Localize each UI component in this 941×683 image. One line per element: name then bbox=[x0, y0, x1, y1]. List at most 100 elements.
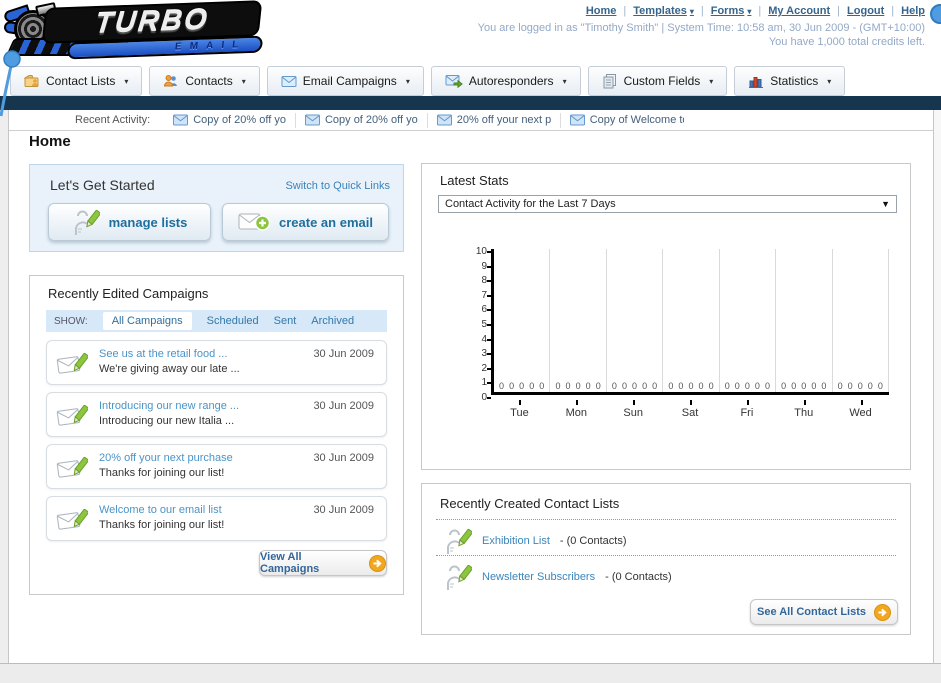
recent-activity-item[interactable]: Copy of 20% off yo bbox=[296, 112, 428, 128]
filter-archived[interactable]: Archived bbox=[311, 315, 354, 327]
bar-value-labels: 00000 bbox=[550, 381, 605, 391]
top-link-home[interactable]: Home bbox=[586, 5, 617, 17]
recent-campaigns-panel: Recently Edited Campaigns SHOW: All Camp… bbox=[29, 275, 404, 595]
chevron-down-icon: ▾ bbox=[405, 76, 410, 86]
tab-email-campaigns[interactable]: Email Campaigns ▾ bbox=[266, 66, 424, 96]
contact-list-row: Exhibition List - (0 Contacts) bbox=[444, 525, 627, 557]
main-navigation: Contact Lists ▾ Contacts ▾ Email Campaigns ▾ A… bbox=[0, 62, 941, 96]
bar-value: 0 bbox=[764, 381, 770, 391]
bar-value: 0 bbox=[555, 381, 561, 391]
campaign-row: 20% off your next purchase Thanks for joi… bbox=[46, 444, 387, 489]
tab-contacts[interactable]: Contacts ▾ bbox=[149, 66, 260, 96]
envelope-icon bbox=[173, 114, 189, 126]
right-margin-strip bbox=[934, 110, 941, 663]
filter-all-campaigns[interactable]: All Campaigns bbox=[102, 312, 192, 330]
bar-value: 0 bbox=[678, 381, 684, 391]
y-tick-mark bbox=[487, 397, 491, 399]
dotted-separator bbox=[436, 519, 896, 520]
campaign-title-link[interactable]: See us at the retail food ... bbox=[99, 348, 227, 360]
chart-plot-area: 00000000000000000000000000000000000 bbox=[491, 249, 889, 395]
help-bubble-icon[interactable] bbox=[930, 4, 941, 24]
x-tick-mark bbox=[576, 400, 579, 405]
top-link-logout[interactable]: Logout bbox=[847, 5, 884, 17]
turbo-email-logo[interactable]: TURBO EMAIL bbox=[2, 0, 272, 60]
footer-strip bbox=[0, 663, 941, 683]
bar-value: 0 bbox=[801, 381, 807, 391]
campaign-date: 30 Jun 2009 bbox=[313, 348, 374, 360]
recent-activity-item[interactable]: Copy of Welcome to bbox=[561, 113, 693, 128]
manage-lists-button[interactable]: manage lists bbox=[48, 203, 211, 241]
top-link-templates[interactable]: Templates ▾ bbox=[633, 5, 694, 17]
chart-day-group: 00000 bbox=[720, 249, 777, 392]
x-tick-mark bbox=[519, 400, 522, 405]
left-margin-strip bbox=[0, 110, 8, 663]
filter-scheduled[interactable]: Scheduled bbox=[207, 315, 259, 327]
contact-list-link[interactable]: Newsletter Subscribers bbox=[482, 571, 595, 583]
logo-text-turbo: TURBO bbox=[93, 3, 211, 40]
bar-value: 0 bbox=[837, 381, 843, 391]
bar-value: 0 bbox=[499, 381, 505, 391]
filter-sent[interactable]: Sent bbox=[274, 315, 297, 327]
tab-autoresponders[interactable]: Autoresponders ▾ bbox=[430, 66, 581, 96]
stats-period-select[interactable]: Contact Activity for the Last 7 Days ▼ bbox=[438, 195, 897, 213]
chevron-down-icon: ▾ bbox=[747, 6, 752, 16]
separator: | bbox=[623, 5, 627, 17]
switch-to-quick-links-link[interactable]: Switch to Quick Links bbox=[285, 180, 390, 192]
envelope-pencil-icon bbox=[56, 401, 88, 431]
page-title: Home bbox=[29, 133, 71, 150]
recent-activity-text: 20% off your next p bbox=[456, 114, 551, 126]
x-tick-label: Mon bbox=[548, 400, 605, 419]
recent-activity-item[interactable]: 20% off your next p bbox=[428, 112, 561, 128]
bar-value: 0 bbox=[821, 381, 827, 391]
bar-value: 0 bbox=[708, 381, 714, 391]
recent-activity-item[interactable]: Copy of 20% off yo bbox=[164, 112, 296, 128]
logo-text-email: EMAIL bbox=[174, 39, 247, 53]
bar-value: 0 bbox=[857, 381, 863, 391]
campaign-title-link[interactable]: Welcome to our email list bbox=[99, 504, 222, 516]
bar-value-labels: 00000 bbox=[833, 381, 888, 391]
y-tick-label: 1 bbox=[481, 377, 487, 389]
envelope-pencil-icon bbox=[56, 505, 88, 535]
chevron-down-icon: ▾ bbox=[689, 6, 694, 16]
bar-value: 0 bbox=[642, 381, 648, 391]
campaign-date: 30 Jun 2009 bbox=[313, 400, 374, 412]
top-link-forms[interactable]: Forms ▾ bbox=[711, 5, 752, 17]
x-tick-label: Tue bbox=[491, 400, 548, 419]
recent-campaigns-title: Recently Edited Campaigns bbox=[48, 286, 209, 301]
top-link-help[interactable]: Help bbox=[901, 5, 925, 17]
bar-value: 0 bbox=[652, 381, 658, 391]
get-started-panel: Let's Get Started Switch to Quick Links … bbox=[29, 164, 404, 252]
chart-day-group: 00000 bbox=[550, 249, 607, 392]
see-all-contact-lists-button[interactable]: See All Contact Lists bbox=[750, 599, 898, 625]
x-tick-mark bbox=[690, 400, 692, 405]
bar-value: 0 bbox=[668, 381, 674, 391]
envelope-icon bbox=[304, 114, 320, 126]
contact-list-link[interactable]: Exhibition List bbox=[482, 535, 550, 547]
contact-list-detail: - (0 Contacts) bbox=[605, 571, 672, 583]
recent-contact-lists-title: Recently Created Contact Lists bbox=[440, 496, 620, 511]
latest-stats-panel: Latest Stats Contact Activity for the La… bbox=[421, 163, 911, 538]
campaign-row: Welcome to our email list Thanks for join… bbox=[46, 496, 387, 541]
recent-activity-text: Copy of Welcome to bbox=[589, 114, 684, 126]
chevron-down-icon: ▾ bbox=[241, 76, 246, 86]
tab-statistics[interactable]: Statistics ▾ bbox=[734, 66, 846, 96]
top-links: Home | Templates ▾ | Forms ▾ | My Account | Logout… bbox=[586, 5, 925, 17]
top-link-my-account[interactable]: My Account bbox=[768, 5, 830, 17]
y-tick-label: 9 bbox=[481, 260, 487, 272]
bar-value: 0 bbox=[847, 381, 853, 391]
create-an-email-button[interactable]: create an email bbox=[222, 203, 389, 241]
tab-custom-fields[interactable]: Custom Fields ▾ bbox=[587, 66, 728, 96]
y-tick-label: 10 bbox=[475, 246, 487, 257]
dotted-separator bbox=[436, 555, 896, 556]
x-tick-label: Thu bbox=[775, 400, 832, 419]
campaign-title-link[interactable]: 20% off your next purchase bbox=[99, 452, 233, 464]
show-label: SHOW: bbox=[54, 315, 88, 327]
separator: | bbox=[758, 5, 762, 17]
latest-stats-title: Latest Stats bbox=[440, 173, 509, 188]
campaign-title-link[interactable]: Introducing our new range ... bbox=[99, 400, 239, 412]
content-area: Recent Activity: Copy of 20% off yo Copy … bbox=[8, 110, 934, 663]
recent-activity-text: Copy of 20% off yo bbox=[324, 114, 418, 126]
person-pencil-icon bbox=[444, 526, 472, 556]
campaign-subtitle: Thanks for joining our list! bbox=[99, 467, 225, 479]
view-all-campaigns-button[interactable]: View All Campaigns bbox=[259, 550, 387, 576]
